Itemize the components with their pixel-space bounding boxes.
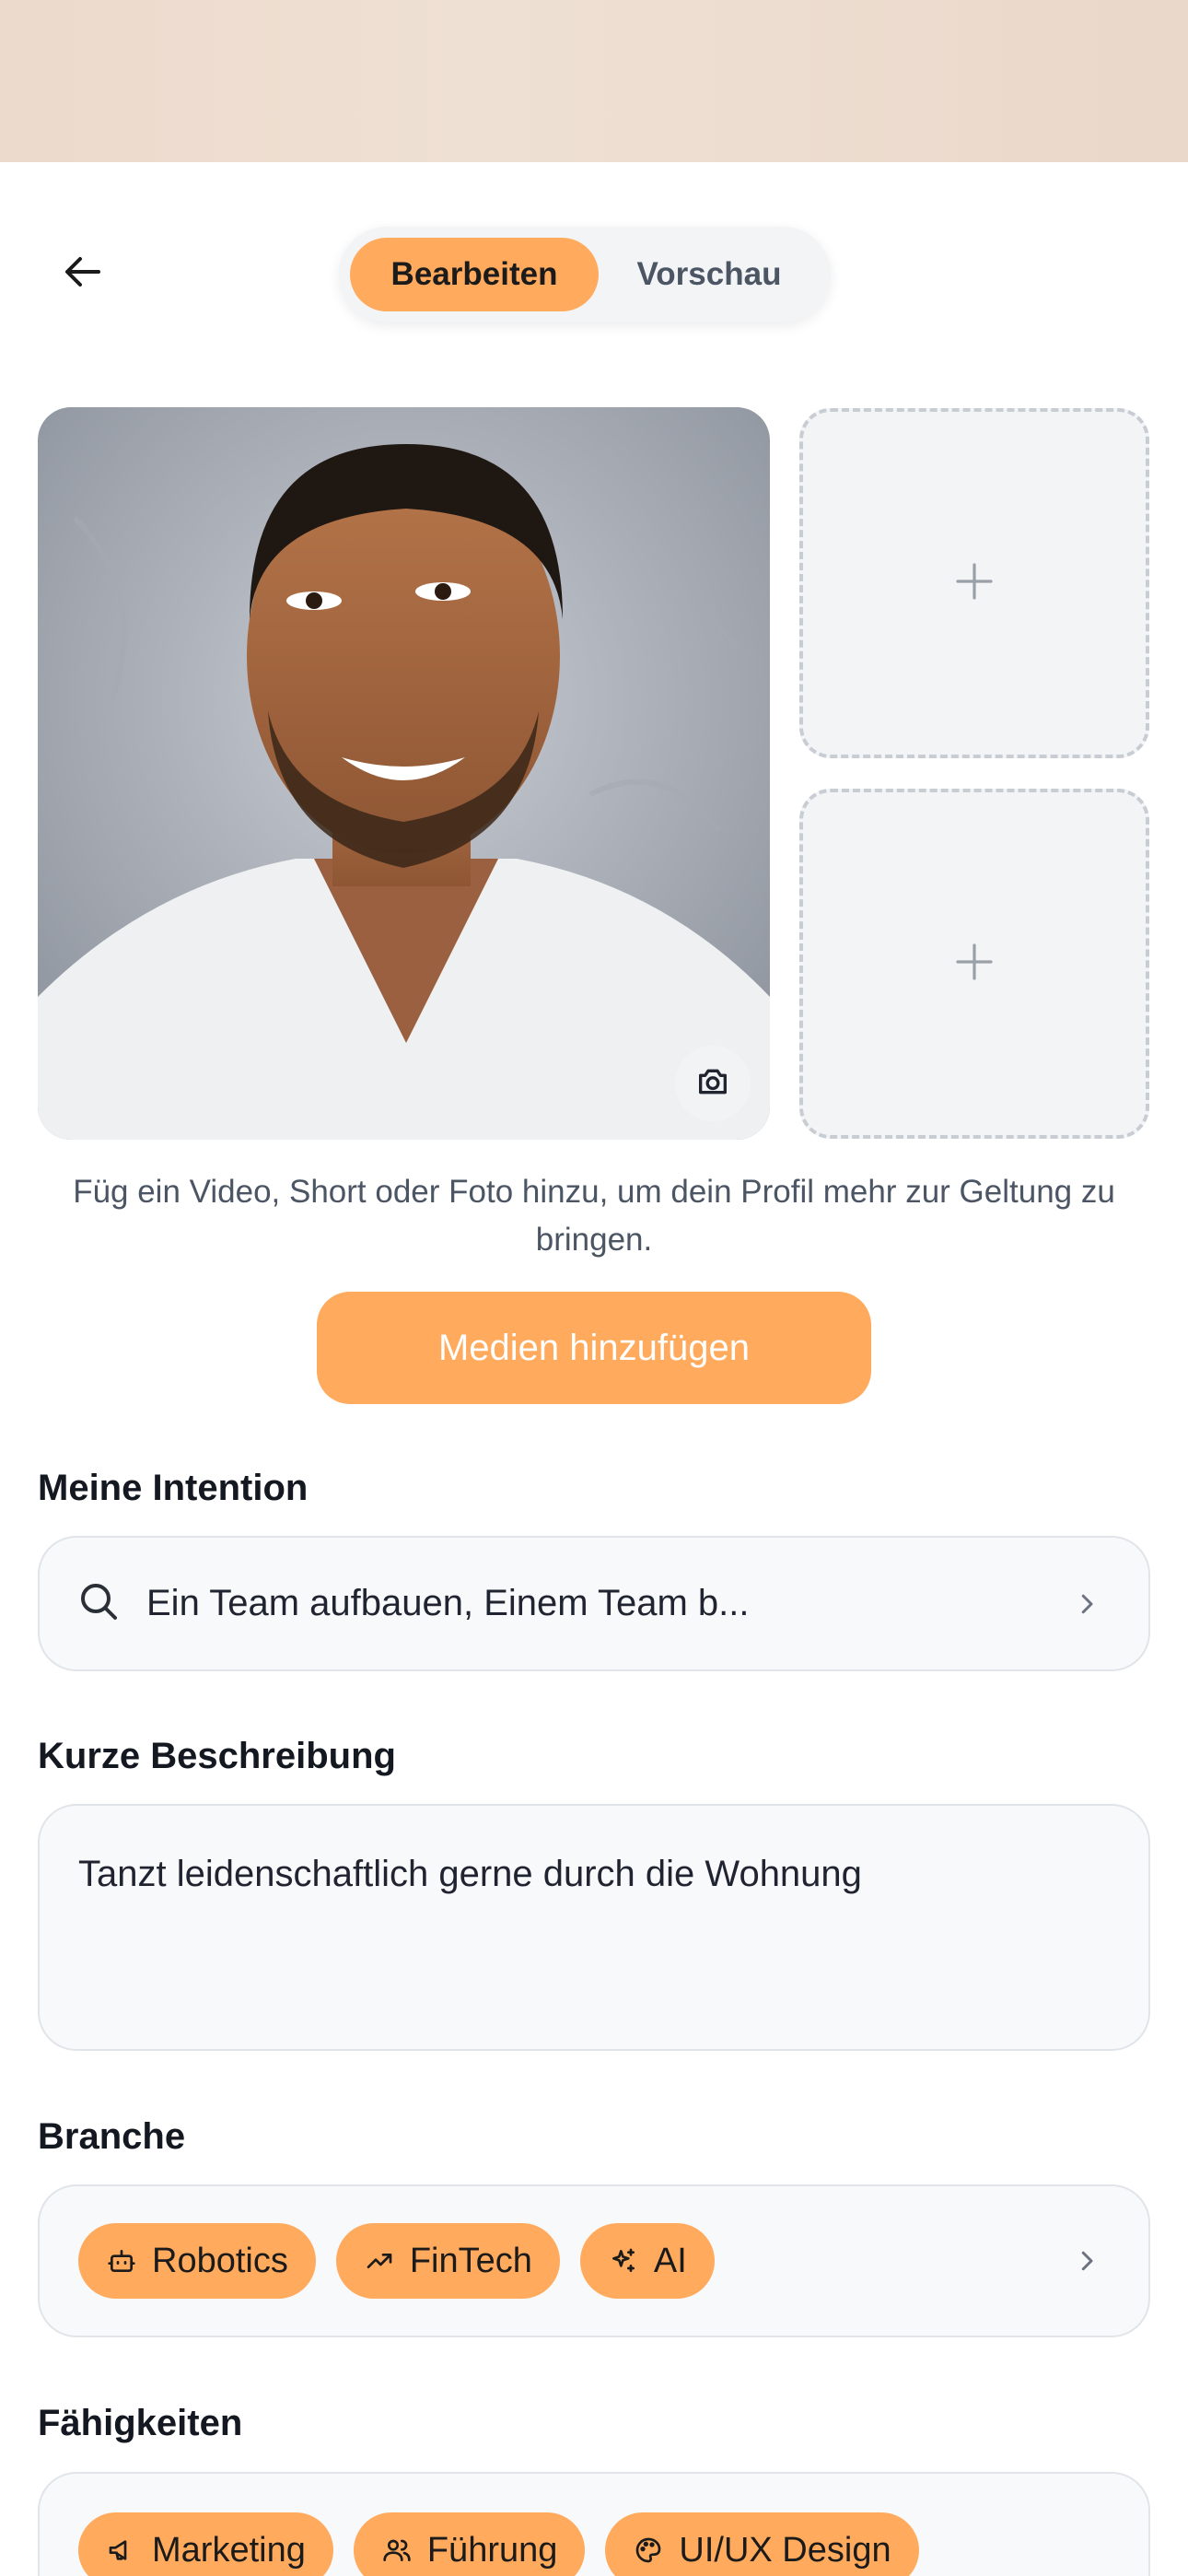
branche-label: Branche [38, 2116, 186, 2157]
megaphone-icon [106, 2535, 137, 2566]
intention-value: Ein Team aufbauen, Einem Team b... [146, 1583, 750, 1623]
chevron-right-icon [1073, 1590, 1101, 1618]
chevron-right-icon [1073, 2247, 1101, 2275]
add-media-slot-2[interactable] [799, 789, 1149, 1139]
chip-ai[interactable]: AI [579, 2223, 715, 2299]
palette-icon [633, 2535, 664, 2566]
chip-fintech[interactable]: FinTech [335, 2223, 560, 2299]
trending-up-icon [364, 2245, 395, 2277]
description-label: Kurze Beschreibung [38, 1736, 396, 1776]
intention-label: Meine Intention [38, 1468, 309, 1508]
mode-segmented-control: Bearbeiten Vorschau [339, 227, 831, 322]
faehigkeiten-label: Fähigkeiten [38, 2403, 243, 2443]
chip-label: UI/UX Design [679, 2530, 891, 2570]
arrow-left-icon [62, 250, 106, 299]
camera-icon [694, 1063, 731, 1105]
media-hint-text: Füg ein Video, Short oder Foto hinzu, um… [73, 1174, 1115, 1258]
tab-vorschau[interactable]: Vorschau [599, 238, 820, 311]
add-media-button[interactable]: Medien hinzufügen [317, 1292, 871, 1404]
sparkles-icon [608, 2245, 639, 2277]
search-icon [76, 1579, 121, 1628]
description-textarea[interactable]: Tanzt leidenschaftlich gerne durch die W… [38, 1804, 1150, 2051]
chip-marketing[interactable]: Marketing [78, 2512, 333, 2576]
faehigkeiten-field[interactable]: Marketing Führung UI/UX Design [38, 2472, 1150, 2576]
profile-photo[interactable] [38, 407, 770, 1140]
plus-icon [952, 940, 996, 989]
top-banner [0, 0, 1188, 162]
add-media-slot-1[interactable] [799, 408, 1149, 758]
change-photo-button[interactable] [675, 1046, 751, 1121]
chip-fuehrung[interactable]: Führung [353, 2512, 586, 2576]
users-icon [381, 2535, 413, 2566]
chip-label: Marketing [152, 2530, 306, 2570]
chip-uiux-design[interactable]: UI/UX Design [605, 2512, 919, 2576]
chip-label: Robotics [152, 2241, 288, 2280]
chip-label: AI [653, 2241, 687, 2280]
chip-label: FinTech [409, 2241, 532, 2280]
branche-field[interactable]: Robotics FinTech AI [38, 2184, 1150, 2337]
chip-label: Führung [426, 2530, 558, 2570]
plus-icon [952, 559, 996, 608]
back-button[interactable] [52, 241, 116, 306]
tab-bearbeiten[interactable]: Bearbeiten [350, 238, 599, 311]
intention-field[interactable]: Ein Team aufbauen, Einem Team b... [38, 1536, 1150, 1671]
chip-robotics[interactable]: Robotics [78, 2223, 316, 2299]
robot-icon [106, 2245, 137, 2277]
